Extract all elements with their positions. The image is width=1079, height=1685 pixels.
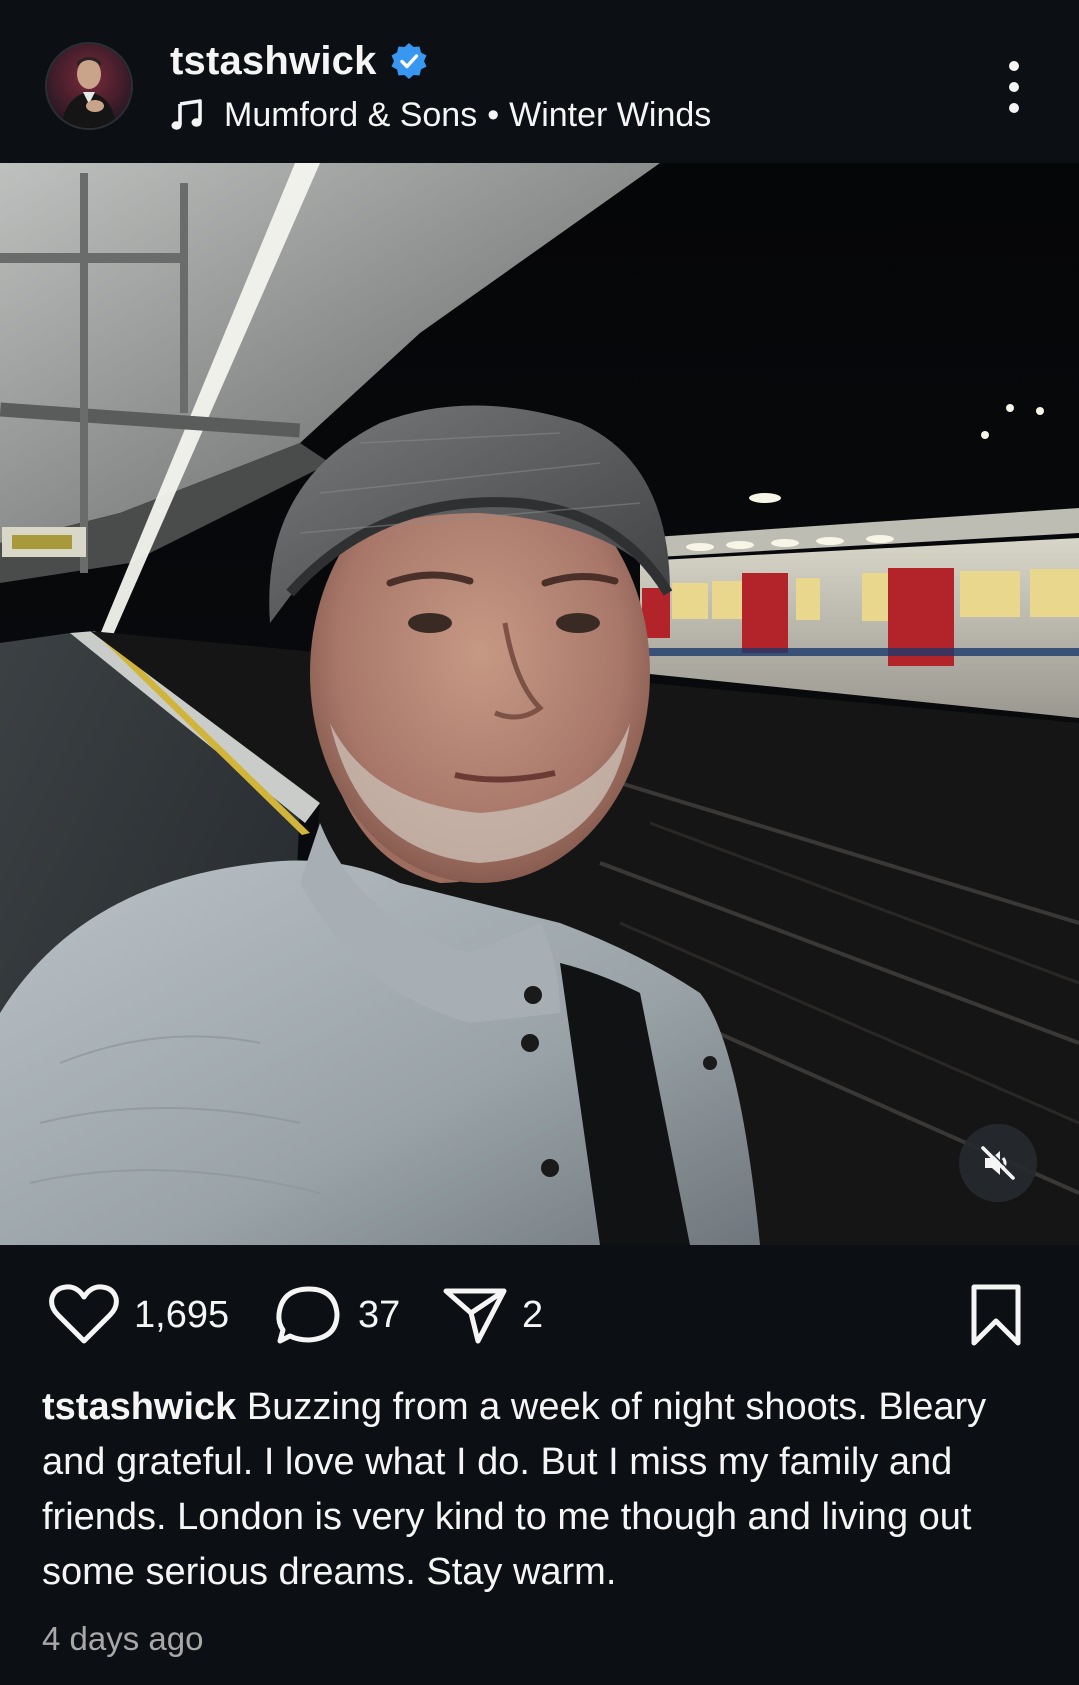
paper-plane-icon xyxy=(443,1288,507,1344)
music-note-icon xyxy=(170,98,204,132)
verified-badge-icon xyxy=(389,41,429,81)
comment-count[interactable]: 37 xyxy=(358,1294,400,1337)
speaker-muted-icon xyxy=(981,1145,1016,1180)
comment-bubble-icon xyxy=(276,1286,340,1344)
music-separator: • xyxy=(487,95,500,134)
post-timestamp: 4 days ago xyxy=(42,1620,204,1657)
heart-icon xyxy=(49,1284,119,1344)
post-photo[interactable] xyxy=(0,163,1079,1245)
avatar[interactable] xyxy=(45,42,133,130)
save-button[interactable] xyxy=(966,1283,1026,1347)
post-header: tstashwick Mumford & Sons • Winter Winds xyxy=(0,0,1079,163)
post-image xyxy=(0,163,1079,1245)
caption-username[interactable]: tstashwick xyxy=(42,1386,236,1428)
username[interactable]: tstashwick xyxy=(170,39,377,84)
share-count[interactable]: 2 xyxy=(522,1294,543,1337)
bookmark-icon xyxy=(971,1284,1021,1346)
mute-toggle-button[interactable] xyxy=(959,1124,1037,1202)
more-vertical-icon xyxy=(1009,61,1019,113)
music-artist: Mumford & Sons xyxy=(224,95,478,134)
post-actions-bar: 1,695 37 2 xyxy=(0,1245,1079,1380)
comment-button[interactable]: 37 xyxy=(274,1283,400,1347)
audio-attribution[interactable]: Mumford & Sons • Winter Winds xyxy=(170,92,711,138)
like-count[interactable]: 1,695 xyxy=(134,1294,229,1337)
more-options-button[interactable] xyxy=(995,56,1033,118)
avatar-image xyxy=(47,44,131,128)
share-button[interactable]: 2 xyxy=(442,1283,543,1347)
like-button[interactable]: 1,695 xyxy=(48,1283,229,1347)
post-caption: tstashwick Buzzing from a week of night … xyxy=(42,1380,1037,1600)
username-row: tstashwick xyxy=(170,36,429,86)
music-song: Winter Winds xyxy=(509,95,712,134)
